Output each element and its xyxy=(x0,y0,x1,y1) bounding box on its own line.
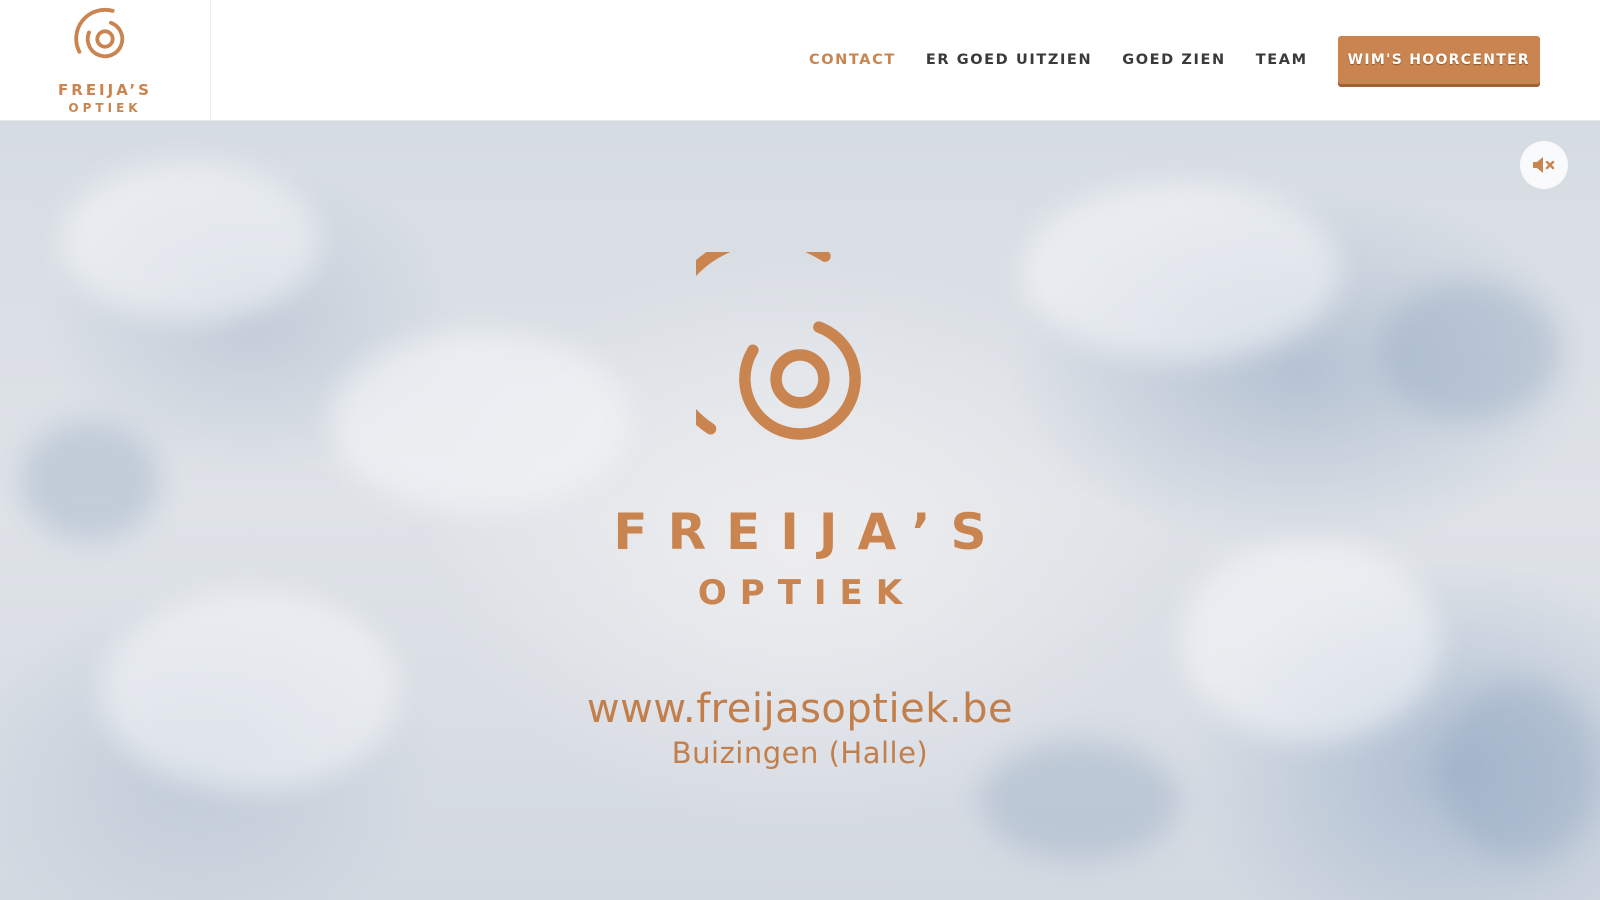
hoorcenter-button[interactable]: WIM'S HOORCENTER xyxy=(1337,36,1540,84)
hero-spiral-logo-icon xyxy=(696,252,861,440)
cloud-texture xyxy=(1020,181,1340,361)
nav-item-goed-zien[interactable]: GOED ZIEN xyxy=(1122,52,1226,68)
hero-location: Buizingen (Halle) xyxy=(671,736,929,770)
cloud-shadow xyxy=(1380,281,1560,421)
logo-spiral-icon xyxy=(74,7,125,59)
logo-name: FREIJA’S xyxy=(58,81,152,99)
header-logo[interactable]: FREIJA’S OPTIEK xyxy=(0,0,211,120)
hero-brand-subname: OPTIEK xyxy=(697,573,916,613)
main-nav: CONTACT ER GOED UITZIEN GOED ZIEN TEAM W… xyxy=(809,0,1540,120)
hero-video[interactable]: FREIJA’S OPTIEK www.freijasoptiek.be Bui… xyxy=(0,121,1600,900)
logo-subname: OPTIEK xyxy=(68,101,142,115)
cloud-texture xyxy=(60,161,320,321)
nav-item-team[interactable]: TEAM xyxy=(1256,52,1308,68)
page: FREIJA’S OPTIEK CONTACT ER GOED UITZIEN … xyxy=(0,0,1600,900)
speaker-muted-icon xyxy=(1533,157,1555,173)
site-header: FREIJA’S OPTIEK CONTACT ER GOED UITZIEN … xyxy=(0,0,1600,121)
hero-brand-name: FREIJA’S xyxy=(613,503,1007,561)
nav-item-contact[interactable]: CONTACT xyxy=(809,52,896,68)
nav-item-er-goed-uitzien[interactable]: ER GOED UITZIEN xyxy=(926,52,1092,68)
cloud-texture xyxy=(330,331,630,511)
mute-button[interactable] xyxy=(1520,141,1568,189)
hero-website: www.freijasoptiek.be xyxy=(586,686,1014,732)
